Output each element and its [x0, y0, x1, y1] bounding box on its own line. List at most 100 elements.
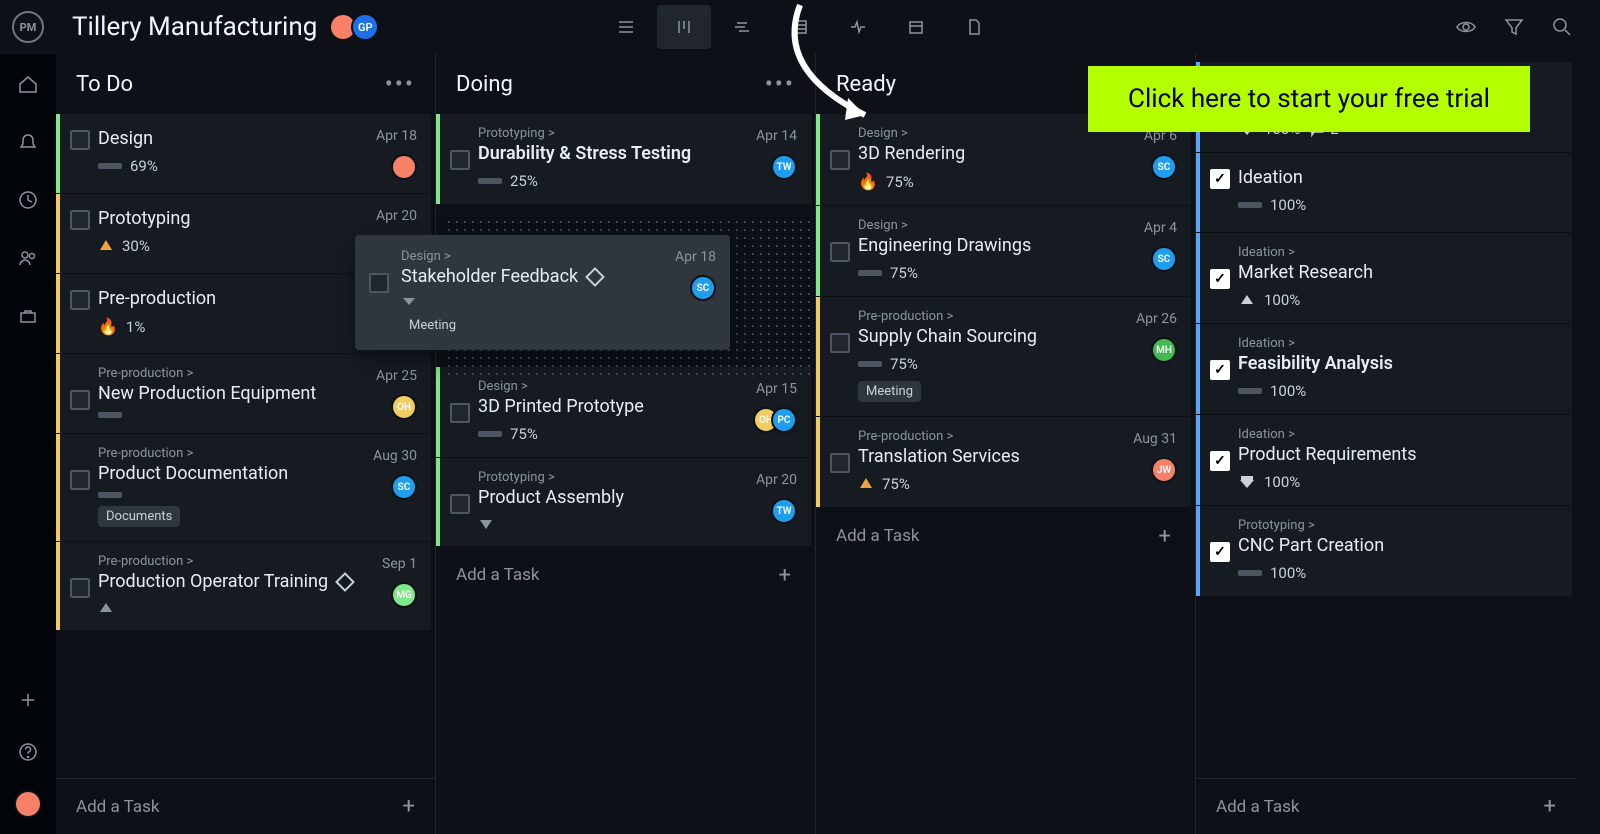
recent-icon[interactable] — [14, 186, 42, 214]
column-menu-icon[interactable]: ••• — [385, 70, 415, 98]
task-category: Design > — [858, 218, 1177, 233]
chevron-down-icon — [401, 295, 417, 307]
task-title: 3D Rendering — [858, 143, 1177, 164]
task-category: Pre-production > — [858, 429, 1177, 444]
view-files-icon[interactable] — [947, 5, 1001, 49]
search-icon[interactable] — [1548, 13, 1576, 41]
task-checkbox[interactable] — [70, 470, 90, 490]
task-date: Apr 4 — [1144, 220, 1177, 236]
notifications-icon[interactable] — [14, 128, 42, 156]
user-avatar[interactable] — [14, 790, 42, 818]
task-assignees: SC — [1159, 246, 1177, 272]
task-date: Apr 20 — [756, 472, 797, 488]
board-column: To Do ••• Design 69% Apr 18 Prototyping … — [56, 54, 436, 834]
task-card[interactable]: ✓ Ideation 100% — [1196, 153, 1572, 233]
task-checkbox[interactable]: ✓ — [1210, 269, 1230, 289]
task-card[interactable]: Pre-production > New Production Equipmen… — [56, 354, 431, 434]
progress-percent: 75% — [890, 264, 918, 282]
assignee-avatar: OH — [391, 394, 417, 420]
card-stripe — [1196, 506, 1200, 596]
task-card[interactable]: ✓ Prototyping > CNC Part Creation 100% — [1196, 506, 1572, 597]
free-trial-cta[interactable]: Click here to start your free trial — [1088, 66, 1530, 132]
task-date: Aug 30 — [373, 448, 417, 464]
project-members[interactable]: GP — [335, 13, 379, 41]
task-card[interactable]: Prototyping > Product Assembly Apr 20 TW — [436, 458, 811, 547]
card-stripe — [56, 274, 60, 353]
task-checkbox[interactable]: ✓ — [1210, 451, 1230, 471]
task-checkbox[interactable] — [70, 578, 90, 598]
task-checkbox[interactable] — [70, 210, 90, 230]
home-icon[interactable] — [14, 70, 42, 98]
progress-percent: 100% — [1270, 564, 1306, 582]
add-icon[interactable] — [14, 686, 42, 714]
task-card[interactable]: Design > Engineering Drawings 75% Apr 4 … — [816, 206, 1191, 297]
task-checkbox[interactable] — [830, 453, 850, 473]
visibility-icon[interactable] — [1452, 13, 1480, 41]
view-gantt-icon[interactable] — [715, 5, 769, 49]
assignee-avatar: MG — [391, 582, 417, 608]
dragging-card[interactable]: Design > Stakeholder Feedback Meeting Ap… — [355, 235, 730, 350]
card-stripe — [436, 367, 440, 457]
plus-icon: + — [1544, 794, 1556, 819]
task-assignees: OHPC — [761, 407, 797, 433]
add-task-button[interactable]: Add a Task+ — [56, 778, 435, 834]
task-checkbox[interactable] — [70, 290, 90, 310]
task-title: Design — [98, 128, 417, 149]
task-tag: Meeting — [401, 315, 464, 336]
task-card[interactable]: Design 69% Apr 18 — [56, 114, 431, 194]
card-stripe — [56, 114, 60, 193]
card-stripe — [1196, 233, 1200, 323]
sidebar — [0, 54, 56, 834]
task-card[interactable]: Design > 3D Printed Prototype 75% Apr 15… — [436, 367, 811, 458]
portfolio-icon[interactable] — [14, 302, 42, 330]
task-card[interactable]: ✓ Ideation > Feasibility Analysis 100% — [1196, 324, 1572, 415]
member-avatar[interactable]: GP — [351, 13, 379, 41]
progress-bar — [98, 412, 122, 418]
view-board-icon[interactable] — [657, 5, 711, 49]
task-card[interactable]: Prototyping > Durability & Stress Testin… — [436, 114, 811, 205]
task-checkbox[interactable] — [70, 130, 90, 150]
progress-percent: 75% — [886, 173, 914, 191]
task-card[interactable]: Pre-production > Translation Services 75… — [816, 417, 1191, 508]
progress-percent: 75% — [510, 425, 538, 443]
task-checkbox[interactable] — [450, 150, 470, 170]
add-task-button[interactable]: Add a Task+ — [816, 508, 1191, 564]
column-body: ✓ Ideation > Stakeholder Feedback 100%2 … — [1196, 62, 1576, 778]
card-stripe — [1196, 415, 1200, 505]
task-title: Supply Chain Sourcing — [858, 326, 1177, 347]
task-checkbox[interactable] — [450, 403, 470, 423]
task-title: Durability & Stress Testing — [478, 143, 797, 164]
progress-percent: 100% — [1264, 291, 1300, 309]
add-task-button[interactable]: Add a Task+ — [1196, 778, 1576, 834]
task-checkbox[interactable] — [830, 242, 850, 262]
task-checkbox[interactable] — [70, 390, 90, 410]
app-logo[interactable]: PM — [12, 11, 44, 43]
task-checkbox[interactable] — [369, 273, 389, 293]
task-checkbox[interactable] — [830, 150, 850, 170]
task-checkbox[interactable] — [830, 333, 850, 353]
filter-icon[interactable] — [1500, 13, 1528, 41]
task-checkbox[interactable] — [450, 494, 470, 514]
add-task-button[interactable]: Add a Task+ — [436, 547, 811, 603]
progress-percent: 100% — [1264, 473, 1300, 491]
task-date: Apr 18 — [376, 128, 417, 144]
task-card[interactable]: Pre-production > Production Operator Tra… — [56, 542, 431, 631]
card-stripe — [56, 354, 60, 433]
task-card[interactable]: Pre-production > Product Documentation D… — [56, 434, 431, 542]
card-stripe — [816, 297, 820, 416]
assignee-avatar: MH — [1151, 337, 1177, 363]
task-checkbox[interactable]: ✓ — [1210, 542, 1230, 562]
team-icon[interactable] — [14, 244, 42, 272]
task-date: Apr 20 — [376, 208, 417, 224]
task-date: Apr 15 — [756, 381, 797, 397]
assignee-avatar: SC — [1151, 154, 1177, 180]
view-list-icon[interactable] — [599, 5, 653, 49]
task-checkbox[interactable]: ✓ — [1210, 360, 1230, 380]
help-icon[interactable] — [14, 738, 42, 766]
arrow-annotation — [770, 0, 930, 140]
task-card[interactable]: ✓ Ideation > Market Research 100% — [1196, 233, 1572, 324]
task-category: Ideation > — [1238, 336, 1558, 351]
task-checkbox[interactable]: ✓ — [1210, 169, 1230, 189]
task-card[interactable]: Pre-production > Supply Chain Sourcing 7… — [816, 297, 1191, 417]
task-card[interactable]: ✓ Ideation > Product Requirements 100% — [1196, 415, 1572, 506]
